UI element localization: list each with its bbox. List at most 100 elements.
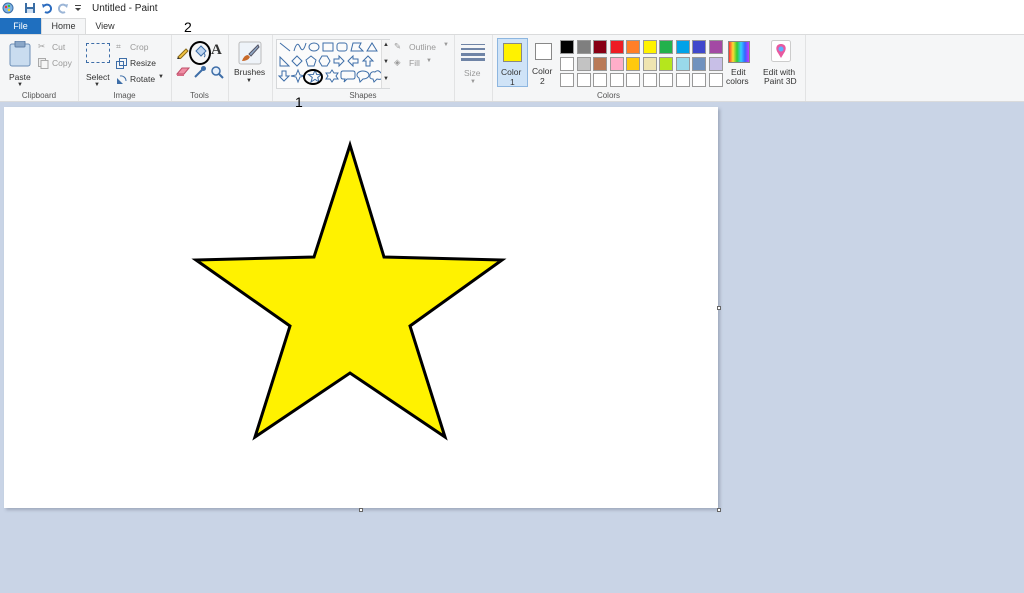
brushes-label: Brushes [234, 67, 266, 77]
size-dropdown-icon[interactable]: ▼ [470, 79, 476, 85]
tab-view[interactable]: View [86, 18, 124, 34]
left-arrow-shape-icon[interactable] [347, 54, 359, 68]
brushes-button[interactable]: Brushes ▼ [232, 41, 268, 89]
select-icon [86, 43, 110, 63]
right-triangle-shape-icon[interactable] [279, 55, 291, 67]
six-point-star-shape-icon[interactable] [325, 69, 339, 83]
select-label: Select [86, 72, 110, 82]
color1-swatch [503, 43, 522, 62]
crop-button[interactable]: ⌗ Crop [116, 41, 166, 54]
palette-swatch[interactable] [626, 73, 640, 87]
edit-with-paint3d-button[interactable]: Edit with Paint 3D [760, 40, 802, 88]
resize-handle-corner[interactable] [717, 508, 721, 512]
palette-swatch[interactable] [593, 73, 607, 87]
palette-swatch[interactable] [642, 56, 657, 71]
oval-callout-shape-icon[interactable] [356, 70, 370, 83]
right-arrow-shape-icon[interactable] [333, 54, 345, 68]
undo-icon[interactable] [41, 2, 53, 14]
resize-handle-right[interactable] [717, 306, 721, 310]
resize-button[interactable]: Resize [116, 57, 166, 70]
palette-swatch[interactable] [609, 40, 624, 54]
scroll-down-icon[interactable]: ▼ [383, 59, 389, 65]
palette-swatch[interactable] [626, 56, 640, 71]
customize-qat-icon[interactable] [72, 2, 84, 14]
tab-file[interactable]: File [0, 18, 41, 34]
palette-swatch[interactable] [692, 73, 706, 87]
color1-button[interactable]: Color 1 [497, 38, 528, 87]
polygon-shape-icon[interactable] [350, 42, 365, 52]
triangle-shape-icon[interactable] [366, 42, 378, 52]
cut-button[interactable]: ✂ Cut [38, 41, 74, 54]
palette-swatch[interactable] [708, 73, 723, 87]
palette-swatch[interactable] [708, 40, 723, 54]
paint-app-icon[interactable] [2, 2, 14, 14]
color-picker-icon[interactable] [193, 65, 207, 79]
outline-dropdown-icon[interactable]: ▼ [443, 42, 449, 48]
fill-dropdown-icon[interactable]: ▼ [426, 58, 432, 64]
eraser-icon[interactable] [176, 66, 190, 78]
resize-handle-bottom[interactable] [359, 508, 363, 512]
drawing-canvas[interactable] [4, 107, 718, 508]
paste-button[interactable]: Paste ▼ [6, 41, 34, 89]
fill-button[interactable]: ◈ Fill ▼ [394, 57, 452, 70]
palette-swatch[interactable] [675, 56, 690, 71]
shapes-scrollbar[interactable]: ▲ ▼ ▼ [381, 40, 390, 88]
color2-label-line2: 2 [540, 76, 545, 86]
oval-shape-icon[interactable] [308, 42, 320, 52]
edit-colors-label-line2: colors [726, 76, 749, 86]
palette-swatch[interactable] [642, 73, 657, 87]
rectangle-shape-icon[interactable] [322, 42, 334, 52]
palette-swatch[interactable] [560, 73, 574, 87]
palette-swatch[interactable] [692, 56, 706, 71]
palette-swatch[interactable] [659, 56, 673, 71]
palette-swatch[interactable] [675, 73, 690, 87]
down-arrow-shape-icon[interactable] [277, 70, 291, 82]
palette-swatch[interactable] [576, 40, 591, 54]
palette-swatch[interactable] [642, 40, 657, 54]
magnifier-icon[interactable] [210, 65, 224, 79]
hexagon-shape-icon[interactable] [318, 55, 331, 67]
yellow-star-shape[interactable] [191, 139, 507, 441]
palette-swatch[interactable] [659, 40, 673, 54]
palette-swatch[interactable] [576, 73, 591, 87]
resize-label: Resize [130, 58, 156, 68]
palette-swatch[interactable] [659, 73, 673, 87]
size-button[interactable]: Size ▼ [458, 41, 488, 89]
line-shape-icon[interactable] [279, 42, 291, 52]
tab-home[interactable]: Home [41, 18, 86, 34]
edit-colors-button[interactable]: Edit colors [724, 40, 754, 88]
up-arrow-shape-icon[interactable] [361, 55, 375, 67]
pencil-icon[interactable] [176, 45, 190, 59]
redo-icon[interactable] [57, 2, 69, 14]
diamond-shape-icon[interactable] [291, 55, 303, 67]
copy-button[interactable]: Copy [38, 57, 74, 70]
scroll-up-icon[interactable]: ▲ [383, 42, 389, 48]
outline-button[interactable]: ✎ Outline ▼ [394, 41, 452, 54]
palette-swatch[interactable] [609, 56, 624, 71]
palette-swatch[interactable] [626, 40, 640, 54]
palette-swatch[interactable] [593, 40, 607, 54]
palette-swatch[interactable] [560, 40, 574, 54]
rotate-icon [117, 75, 127, 84]
palette-swatch[interactable] [609, 73, 624, 87]
palette-swatch[interactable] [576, 56, 591, 71]
brushes-dropdown-icon[interactable]: ▼ [246, 78, 252, 84]
select-dropdown-icon[interactable]: ▼ [94, 82, 100, 88]
paste-dropdown-icon[interactable]: ▼ [17, 82, 23, 88]
pentagon-shape-icon[interactable] [305, 55, 317, 67]
rotate-button[interactable]: Rotate ▼ [116, 73, 166, 86]
save-icon[interactable] [24, 2, 36, 14]
text-tool-icon[interactable]: A [211, 42, 222, 59]
rounded-rectangle-shape-icon[interactable] [336, 42, 348, 52]
select-button[interactable]: Select ▼ [84, 41, 110, 89]
rounded-callout-shape-icon[interactable] [340, 70, 356, 83]
curve-shape-icon[interactable] [293, 42, 307, 52]
palette-swatch[interactable] [560, 56, 574, 71]
palette-swatch[interactable] [708, 56, 723, 71]
rotate-dropdown-icon[interactable]: ▼ [158, 74, 164, 80]
gallery-expand-icon[interactable]: ▼ [383, 76, 389, 82]
color2-button[interactable]: Color 2 [530, 38, 558, 87]
palette-swatch[interactable] [593, 56, 607, 71]
palette-swatch[interactable] [675, 40, 690, 54]
palette-swatch[interactable] [692, 40, 706, 54]
